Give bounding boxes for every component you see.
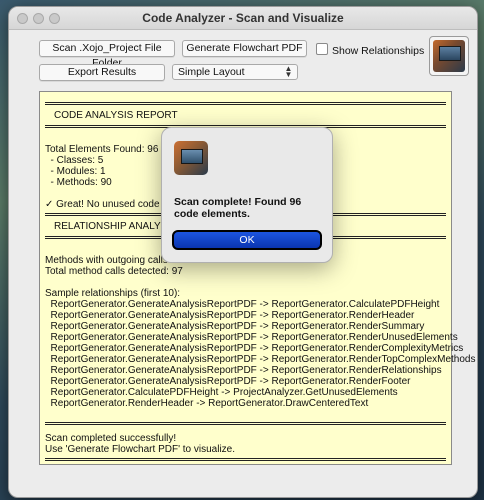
generate-flowchart-button[interactable]: Generate Flowchart PDF xyxy=(182,40,307,57)
outgoing-calls: Methods with outgoing calls xyxy=(45,255,168,266)
unused-status: ✓ Great! No unused code xyxy=(45,199,160,210)
checkbox-box[interactable] xyxy=(316,43,328,55)
chevron-updown-icon: ▲ ▼ xyxy=(284,64,293,79)
relationship-line: ReportGenerator.RenderHeader -> ReportGe… xyxy=(45,398,369,409)
relationship-line: ReportGenerator.GenerateAnalysisReportPD… xyxy=(45,343,464,354)
ok-button[interactable]: OK xyxy=(172,230,322,250)
relationship-line: ReportGenerator.GenerateAnalysisReportPD… xyxy=(45,376,411,387)
methods-count: - Methods: 90 xyxy=(45,177,112,188)
app-icon xyxy=(174,141,208,175)
app-window: Code Analyzer - Scan and Visualize Scan … xyxy=(8,6,478,498)
divider xyxy=(45,102,446,105)
divider xyxy=(45,458,446,461)
app-image-well xyxy=(429,36,469,76)
scan-completed: Scan completed successfully! xyxy=(45,433,177,444)
relationship-line: ReportGenerator.GenerateAnalysisReportPD… xyxy=(45,332,458,343)
report-header: CODE ANALYSIS REPORT xyxy=(54,110,178,121)
relationship-header: RELATIONSHIP ANALYS xyxy=(54,221,168,232)
title-bar: Code Analyzer - Scan and Visualize xyxy=(9,7,477,30)
total-elements: Total Elements Found: 96 xyxy=(45,144,159,155)
relationship-line: ReportGenerator.GenerateAnalysisReportPD… xyxy=(45,310,415,321)
relationship-line: ReportGenerator.GenerateAnalysisReportPD… xyxy=(45,354,476,365)
layout-select-value: Simple Layout xyxy=(178,66,245,78)
sample-header: Sample relationships (first 10): xyxy=(45,288,181,299)
divider xyxy=(45,422,446,425)
computer-desk-image xyxy=(433,40,465,72)
dialog-message: Scan complete! Found 96 code elements. xyxy=(174,196,302,220)
relationship-line: ReportGenerator.CalculatePDFHeight -> Pr… xyxy=(45,387,398,398)
classes-count: - Classes: 5 xyxy=(45,155,104,166)
total-calls: Total method calls detected: 97 xyxy=(45,266,183,277)
show-relationships-label: Show Relationships xyxy=(332,45,425,57)
window-title: Code Analyzer - Scan and Visualize xyxy=(142,11,344,25)
relationship-line: ReportGenerator.GenerateAnalysisReportPD… xyxy=(45,299,440,310)
flowchart-hint: Use 'Generate Flowchart PDF' to visualiz… xyxy=(45,444,235,455)
export-results-button[interactable]: Export Results xyxy=(39,64,165,81)
modules-count: - Modules: 1 xyxy=(45,166,106,177)
scan-folder-button[interactable]: Scan .Xojo_Project File Folder xyxy=(39,40,175,69)
layout-select[interactable]: Simple Layout ▲ ▼ xyxy=(172,64,298,80)
scan-complete-dialog: Scan complete! Found 96 code elements. O… xyxy=(161,127,333,263)
relationship-line: ReportGenerator.GenerateAnalysisReportPD… xyxy=(45,365,442,376)
show-relationships-checkbox[interactable]: Show Relationships xyxy=(316,43,424,57)
relationship-line: ReportGenerator.GenerateAnalysisReportPD… xyxy=(45,321,425,332)
